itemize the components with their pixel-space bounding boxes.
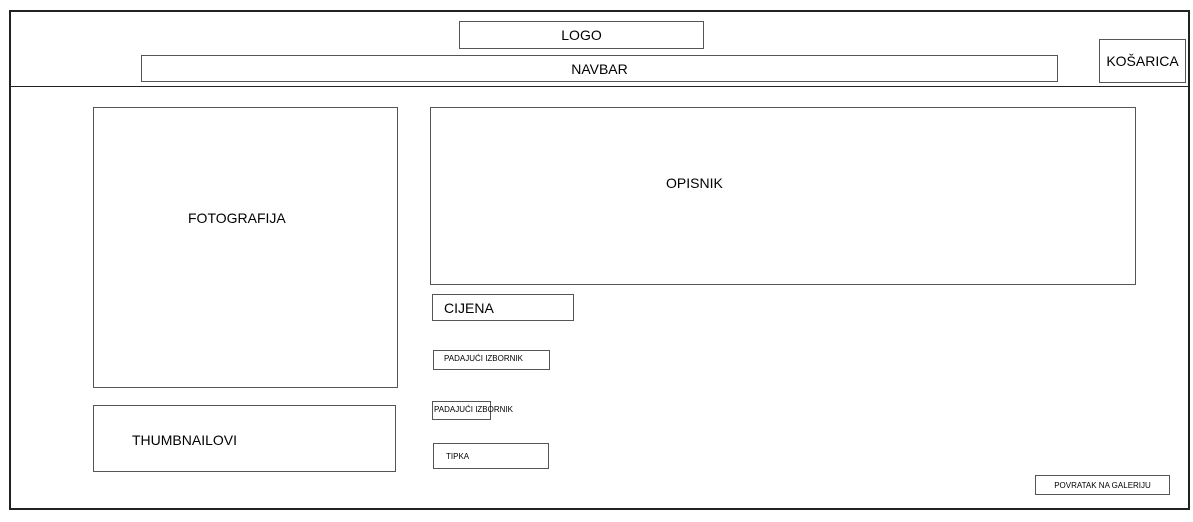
dropdown-select-1[interactable]: PADAJUĆI IZBORNIK	[433, 350, 550, 370]
cart-button[interactable]: KOŠARICA	[1099, 39, 1186, 83]
action-button[interactable]: TIPKA	[433, 443, 549, 469]
product-photo-label: FOTOGRAFIJA	[188, 210, 286, 226]
price-box: CIJENA	[432, 294, 574, 321]
thumbnails-label: THUMBNAILOVI	[132, 432, 238, 448]
thumbnails[interactable]: THUMBNAILOVI	[93, 405, 396, 472]
cart-label: KOŠARICA	[1106, 53, 1179, 69]
price-label: CIJENA	[444, 300, 494, 316]
back-to-gallery-label: POVRATAK NA GALERIJU	[1054, 480, 1151, 490]
logo[interactable]: LOGO	[459, 21, 704, 49]
product-description-label: OPISNIK	[666, 175, 723, 191]
back-to-gallery-button[interactable]: POVRATAK NA GALERIJU	[1035, 475, 1170, 495]
product-description: OPISNIK	[430, 107, 1136, 285]
navbar-label: NAVBAR	[571, 60, 628, 77]
action-button-label: TIPKA	[446, 452, 470, 461]
product-photo[interactable]: FOTOGRAFIJA	[93, 107, 398, 388]
dropdown-1-label: PADAJUĆI IZBORNIK	[444, 354, 523, 363]
dropdown-2-label: PADAJUĆI IZBORNIK	[434, 405, 513, 414]
logo-label: LOGO	[561, 27, 602, 43]
navbar[interactable]: NAVBAR	[141, 55, 1058, 82]
